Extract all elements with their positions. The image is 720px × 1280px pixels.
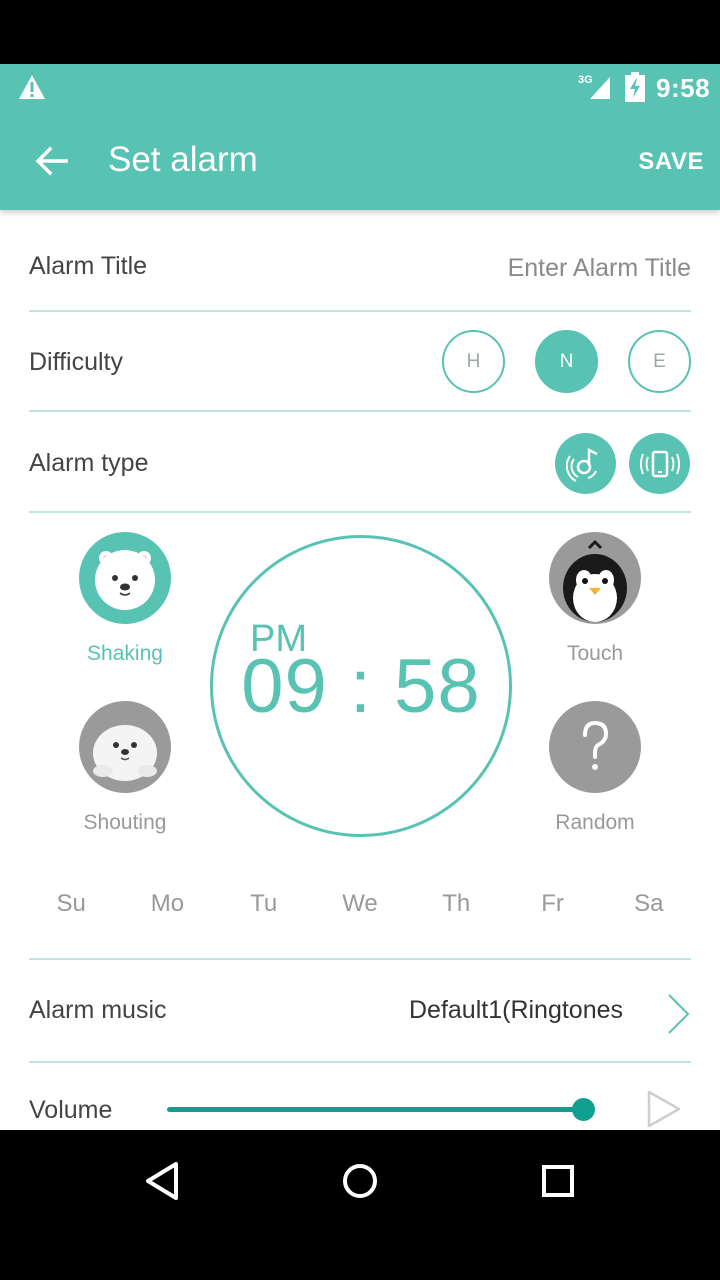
alarm-music-label: Alarm music [29,996,167,1024]
warning-icon [19,75,45,99]
app-bar: 3G 9:58 Set alarm SAVE [0,64,720,210]
volume-slider-thumb[interactable] [571,1098,595,1121]
divider [29,410,691,412]
divider [29,1061,691,1063]
weekday-selector: Su Mo Tu We Th Fr Sa [23,890,697,918]
mode-random[interactable]: Random [525,701,665,835]
status-bar: 3G 9:58 [0,64,720,110]
signal-3g-icon: 3G [578,74,610,99]
time-picker-dial[interactable]: PM 09 : 58 [210,535,512,837]
system-navigation-bar [0,1130,720,1280]
battery-charging-icon [625,72,645,102]
difficulty-hard-button[interactable]: H [442,330,505,393]
vibration-icon [639,450,680,477]
mode-touch[interactable]: Touch [525,532,665,666]
network-type-label: 3G [578,74,593,86]
page-title: Set alarm [108,140,258,179]
divider [29,511,691,513]
alarm-title-input[interactable] [371,246,691,290]
back-arrow-icon[interactable] [34,144,68,178]
mode-shaking-label: Shaking [87,642,163,665]
difficulty-normal-button[interactable]: N [535,330,598,393]
alarm-type-label: Alarm type [29,449,149,477]
day-thursday[interactable]: Th [408,890,504,918]
alarm-music-value: Default1(Ringtones [409,996,624,1024]
top-black-band [0,0,720,64]
difficulty-row: Difficulty H N E [29,330,691,393]
vibration-type-button[interactable] [629,433,690,494]
penguin-icon [549,532,641,624]
alarm-music-row[interactable]: Alarm music Default1(Ringtones [29,996,691,1032]
alarm-title-label: Alarm Title [29,252,148,280]
nav-back-icon[interactable] [138,1156,188,1206]
volume-slider-track[interactable] [167,1107,583,1112]
play-icon[interactable] [646,1089,682,1129]
question-mark-icon [549,701,641,793]
save-button[interactable]: SAVE [638,148,704,176]
alarm-type-row: Alarm type [29,433,691,494]
difficulty-label: Difficulty [29,348,124,376]
alarm-form: Alarm Title Difficulty H N E Alarm type [0,210,720,1130]
day-sunday[interactable]: Su [23,890,119,918]
alarm-title-row: Alarm Title [29,246,691,290]
nav-recents-icon[interactable] [533,1156,583,1206]
day-monday[interactable]: Mo [119,890,215,918]
sound-type-button[interactable] [555,433,616,494]
divider [29,310,691,312]
mode-shouting-label: Shouting [83,811,167,834]
time-display: 09 : 58 [241,644,481,729]
mode-random-label: Random [555,811,635,834]
seal-icon [79,701,171,793]
difficulty-easy-button[interactable]: E [628,330,691,393]
music-sound-icon [565,447,598,482]
mode-touch-label: Touch [566,642,624,665]
polar-bear-icon [79,532,171,624]
volume-label: Volume [29,1096,113,1124]
status-time: 9:58 [656,73,711,103]
nav-home-icon[interactable] [335,1156,385,1206]
day-tuesday[interactable]: Tu [216,890,312,918]
day-saturday[interactable]: Sa [601,890,697,918]
mode-shaking[interactable]: Shaking [55,532,195,666]
divider [29,958,691,960]
chevron-right-icon[interactable] [666,992,692,1036]
day-friday[interactable]: Fr [504,890,600,918]
mode-shouting[interactable]: Shouting [55,701,195,835]
day-wednesday[interactable]: We [312,890,408,918]
